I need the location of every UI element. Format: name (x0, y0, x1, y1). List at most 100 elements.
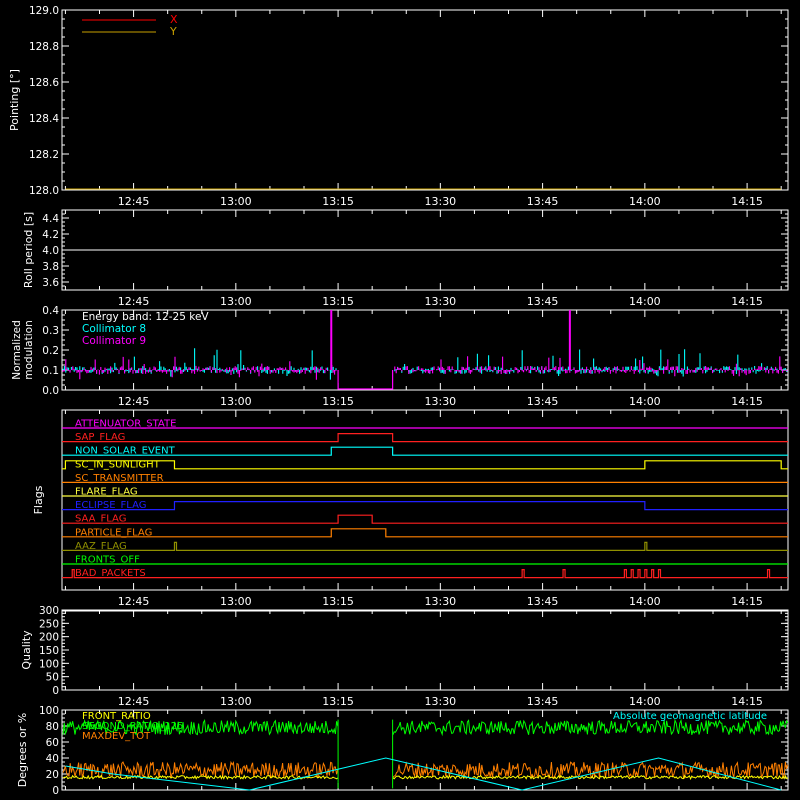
roll-ylabel: Roll period [s] (22, 212, 35, 288)
pointing-ytick-label: 128.6 (29, 77, 59, 89)
flag-label: BAD_PACKETS (75, 568, 146, 579)
quality-ylabel: Quality (20, 630, 33, 670)
ratios-right-legend: Absolute geomagnetic latitude (613, 711, 767, 722)
flags-xtick-label: 13:15 (322, 595, 354, 608)
modulation-xtick-label: 14:00 (629, 395, 661, 408)
flag-label: FLARE_FLAG (75, 487, 138, 498)
flag-label: ECLIPSE_FLAG (75, 500, 146, 511)
roll-xtick-label: 13:15 (322, 295, 354, 308)
pointing-xtick-label: 12:45 (118, 195, 150, 208)
ratios-ytick-label: 100 (39, 705, 59, 717)
roll-xtick-label: 14:15 (731, 295, 763, 308)
flag-label: PARTICLE_FLAG (75, 527, 152, 538)
quality-xtick-label: 14:00 (629, 695, 661, 708)
modulation-ytick-label: 0.3 (42, 325, 59, 337)
quality-ytick-label: 250 (39, 618, 59, 630)
flag-line-saa-flag (62, 514, 788, 524)
modulation-xtick-label: 13:45 (527, 395, 559, 408)
flag-line-particle-flag (62, 528, 788, 538)
quality-ytick-label: 300 (39, 605, 59, 617)
roll-xtick-label: 13:00 (220, 295, 252, 308)
pointing-ytick-label: 129.0 (29, 5, 59, 17)
roll-xtick-label: 12:45 (118, 295, 150, 308)
flags-ylabel: Flags (32, 485, 45, 514)
ratios-ytick-label: 20 (46, 769, 59, 781)
roll-xtick-label: 13:45 (527, 295, 559, 308)
ratios-ytick-label: 80 (46, 721, 59, 733)
flag-label: SC_TRANSMITTER (75, 473, 164, 484)
pointing-xtick-label: 14:00 (629, 195, 661, 208)
quality-xtick-label: 13:15 (322, 695, 354, 708)
flag-label: ATTENUATOR_STATE (75, 419, 176, 430)
quality-ytick-label: 100 (39, 658, 59, 670)
modulation-ytick-label: 0.0 (42, 385, 59, 397)
roll-ytick-label: 4.4 (42, 213, 59, 225)
quality-ytick-label: 150 (39, 645, 59, 657)
ratios-series-maxdev-tot (62, 760, 789, 780)
pointing-xtick-label: 13:45 (527, 195, 559, 208)
flags-xtick-label: 13:00 (220, 595, 252, 608)
roll-ytick-label: 3.8 (42, 261, 59, 273)
flag-label: NON_SOLAR_EVENT (75, 446, 176, 457)
flag-line-aaz-flag (62, 541, 788, 551)
quality-xtick-label: 13:00 (220, 695, 252, 708)
pointing-xtick-label: 13:00 (220, 195, 252, 208)
ratios-legend-label: MAXDEV_TOT (82, 731, 151, 742)
modulation-gap (337, 370, 394, 390)
modulation-ytick-label: 0.4 (42, 305, 59, 317)
pointing-xtick-label: 13:15 (322, 195, 354, 208)
modulation-ylabel: modulation (23, 320, 35, 379)
ratios-ytick-label: 60 (46, 737, 59, 749)
flag-line-sc-in-sunlight (62, 460, 788, 470)
pointing-ytick-label: 128.4 (29, 113, 59, 125)
quality-ytick-label: 200 (39, 632, 59, 644)
pointing-xtick-label: 13:30 (424, 195, 456, 208)
quality-ytick-label: 50 (46, 672, 59, 684)
modulation-xtick-label: 12:45 (118, 395, 150, 408)
ratios-ytick-label: 0 (52, 785, 59, 797)
flags-xtick-label: 14:15 (731, 595, 763, 608)
roll-xtick-label: 13:30 (424, 295, 456, 308)
quality-xtick-label: 13:30 (424, 695, 456, 708)
roll-xtick-label: 14:00 (629, 295, 661, 308)
flag-line-eclipse-flag (62, 501, 788, 511)
flag-label: AAZ_FLAG (75, 541, 127, 552)
ratios-gap (337, 719, 394, 789)
modulation-xtick-label: 13:30 (424, 395, 456, 408)
modulation-xtick-label: 13:00 (220, 395, 252, 408)
modulation-legend-label: Collimator 9 (82, 335, 146, 347)
flag-label: FRONTS_OFF (75, 555, 140, 566)
modulation-ytick-label: 0.2 (42, 345, 59, 357)
flags-xtick-label: 13:30 (424, 595, 456, 608)
modulation-xtick-label: 13:15 (322, 395, 354, 408)
modulation-ytick-label: 0.1 (42, 365, 59, 377)
pointing-xtick-label: 14:15 (731, 195, 763, 208)
modulation-series-collimator-9 (62, 356, 788, 380)
chart-canvas: 128.0 128.2 128.4 128.6 128.8 129.0 12:45 13:00… (8, 5, 789, 797)
flags-xtick-label: 12:45 (118, 595, 150, 608)
flags-xtick-label: 13:45 (527, 595, 559, 608)
roll-ytick-label: 4.0 (42, 245, 59, 257)
roll-ytick-label: 3.6 (42, 277, 59, 289)
pointing-legend-label: Y (169, 25, 177, 38)
ratios-ytick-label: 40 (46, 753, 59, 765)
pointing-ylabel: Pointing [°] (8, 69, 21, 131)
pointing-ytick-label: 128.2 (29, 149, 59, 161)
modulation-series-collimator-8 (62, 348, 788, 380)
roll-ytick-label: 4.2 (42, 229, 59, 241)
quality-xtick-label: 12:45 (118, 695, 150, 708)
modulation-xtick-label: 14:15 (731, 395, 763, 408)
pointing-ytick-label: 128.0 (29, 185, 59, 197)
flag-line-bad-packets (62, 569, 788, 579)
flag-line-sap-flag (62, 433, 788, 443)
flag-label: SAA_FLAG (75, 514, 126, 525)
quality-frame (61, 609, 789, 691)
flags-xtick-label: 14:00 (629, 595, 661, 608)
quality-ytick-label: 0 (52, 685, 59, 697)
quality-xtick-label: 13:45 (527, 695, 559, 708)
modulation-legend-label: Energy band: 12-25 keV (82, 311, 209, 323)
modulation-ylabel: Normalized (11, 320, 23, 380)
flag-label: SC_IN_SUNLIGHT (75, 459, 161, 470)
quality-xtick-label: 14:15 (731, 695, 763, 708)
flags-frame (61, 409, 789, 591)
